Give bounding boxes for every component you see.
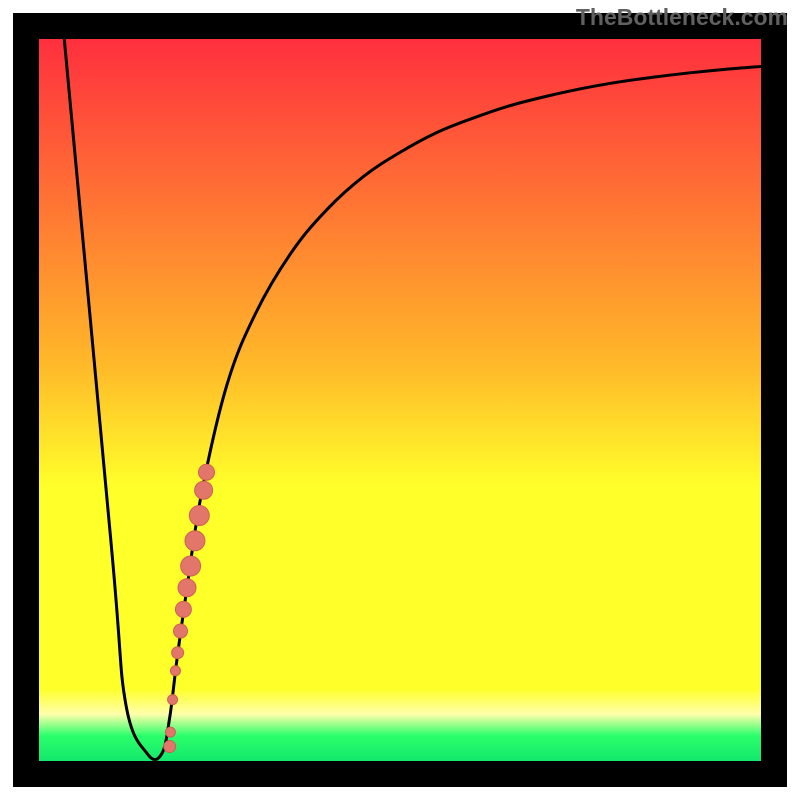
data-point — [168, 695, 178, 705]
data-point — [181, 556, 201, 576]
data-point — [165, 727, 175, 737]
chart-background — [39, 39, 761, 761]
data-point — [185, 531, 205, 551]
chart-container: TheBottleneck.com — [0, 0, 800, 800]
data-point — [199, 464, 215, 480]
data-point — [175, 601, 191, 617]
data-point — [172, 647, 184, 659]
data-point — [178, 579, 196, 597]
data-point — [164, 741, 176, 753]
bottleneck-chart — [0, 0, 800, 800]
watermark-text: TheBottleneck.com — [576, 4, 788, 31]
data-point — [189, 506, 209, 526]
data-point — [174, 624, 188, 638]
data-point — [195, 481, 213, 499]
data-point — [170, 666, 180, 676]
